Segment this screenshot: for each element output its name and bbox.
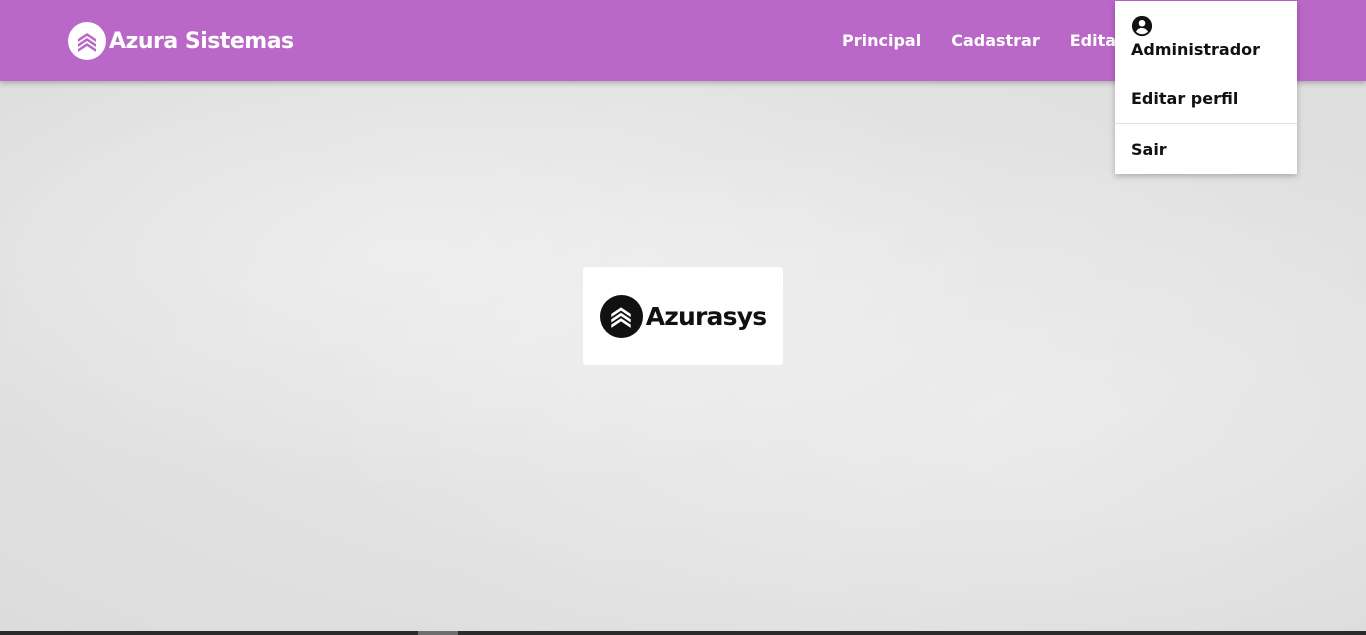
brand-name: Azura Sistemas	[109, 28, 294, 54]
account-circle-icon	[1131, 15, 1153, 37]
chevrons-up-icon	[599, 294, 643, 338]
center-logo-card: Azurasys	[583, 267, 783, 365]
bottom-strip	[0, 631, 1366, 635]
nav-item-cadastrar[interactable]: Cadastrar	[951, 30, 1040, 52]
center-logo-text: Azurasys	[645, 301, 767, 331]
bottom-strip-mark	[418, 631, 458, 635]
main-nav: Principal Cadastrar Editar |	[842, 30, 1145, 52]
nav-item-principal[interactable]: Principal	[842, 30, 921, 52]
dropdown-user-name: Administrador	[1131, 40, 1261, 59]
dropdown-item-logout[interactable]: Sair	[1131, 140, 1167, 159]
dropdown-item-edit-profile[interactable]: Editar perfil	[1131, 89, 1238, 108]
brand-link[interactable]: Azura Sistemas	[68, 22, 294, 60]
user-dropdown-menu: Administrador Editar perfil Sair	[1115, 1, 1297, 174]
dropdown-divider	[1115, 123, 1297, 124]
chevrons-up-icon	[68, 22, 106, 60]
dropdown-user-header: Administrador	[1131, 15, 1260, 59]
